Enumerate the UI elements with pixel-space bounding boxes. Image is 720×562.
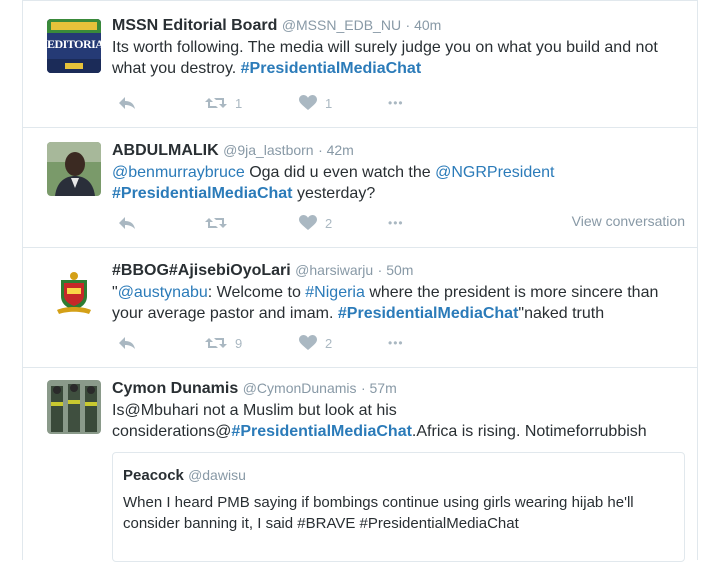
avatar-image [47, 380, 101, 434]
mention-link[interactable]: @benmurraybruce [112, 164, 245, 181]
tweet-text-body: "naked truth [518, 305, 605, 322]
reply-icon [119, 217, 135, 229]
tweet-text: @benmurraybruce Oga did u even watch the… [112, 162, 685, 204]
tweet-text-body: Oga did u even watch the [244, 164, 436, 181]
avatar[interactable] [47, 266, 101, 320]
avatar-image [47, 266, 101, 320]
mention-link[interactable]: @austynabu [118, 284, 208, 301]
tweet-timeline: EDITORIA MSSN Editorial Board @MSSN_EDB_… [22, 0, 698, 562]
author-name[interactable]: ABDULMALIK [112, 142, 219, 159]
heart-icon [299, 95, 317, 110]
author-username[interactable]: @MSSN_EDB_NU [282, 17, 401, 33]
reply-button[interactable] [118, 333, 136, 353]
tweet-text: Is@Mbuhari not a Muslim but look at his … [112, 400, 672, 442]
tweet-item[interactable]: EDITORIA MSSN Editorial Board @MSSN_EDB_… [23, 1, 697, 128]
tweet-actions: 1 1 ••• [112, 93, 685, 113]
retweet-button[interactable] [205, 213, 235, 233]
heart-icon [299, 215, 317, 230]
like-count: 1 [325, 95, 333, 111]
tweet-item[interactable]: ABDULMALIK @9ja_lastborn · 42m @benmurra… [23, 128, 697, 248]
avatar-image [47, 142, 101, 196]
more-icon: ••• [388, 216, 404, 230]
tweet-item[interactable]: Cymon Dunamis @CymonDunamis · 57m Is@Mbu… [23, 368, 697, 562]
like-button[interactable]: 2 [299, 213, 332, 233]
tweet-text-body: : Welcome to [207, 284, 306, 301]
like-count: 2 [325, 215, 333, 231]
author-name[interactable]: Cymon Dunamis [112, 380, 238, 397]
tweet-timestamp[interactable]: · 42m [318, 142, 354, 158]
tweet-item[interactable]: #BBOG#AjisebiOyoLari @harsiwarju · 50m "… [23, 248, 697, 368]
author-name[interactable]: #BBOG#AjisebiOyoLari [112, 262, 291, 279]
retweet-icon [205, 218, 227, 228]
mention-link[interactable]: @NGRPresident [435, 164, 554, 181]
avatar[interactable]: EDITORIA [47, 19, 101, 73]
author-username[interactable]: @9ja_lastborn [223, 142, 314, 158]
avatar[interactable] [47, 142, 101, 196]
quoted-author-name[interactable]: Peacock [123, 467, 184, 484]
reply-icon [119, 97, 135, 109]
author-name[interactable]: MSSN Editorial Board [112, 17, 277, 34]
tweet-actions: 9 2 ••• [112, 333, 685, 353]
hashtag-link[interactable]: #PresidentialMediaChat [241, 60, 422, 77]
reply-button[interactable] [118, 93, 136, 113]
tweet-header: MSSN Editorial Board @MSSN_EDB_NU · 40m [112, 15, 685, 36]
author-username[interactable]: @harsiwarju [295, 262, 373, 278]
more-icon: ••• [388, 96, 404, 110]
tweet-text: "@austynabu: Welcome to #Nigeria where t… [112, 282, 685, 324]
tweet-actions: 2 ••• View conversation [112, 213, 685, 233]
author-username[interactable]: @CymonDunamis [243, 380, 357, 396]
like-button[interactable]: 1 [299, 93, 332, 113]
retweet-button[interactable]: 1 [205, 93, 242, 113]
heart-icon [299, 335, 317, 350]
more-icon: ••• [388, 336, 404, 350]
hashtag-link[interactable]: #PresidentialMediaChat [338, 305, 519, 322]
tweet-header: Cymon Dunamis @CymonDunamis · 57m [112, 378, 685, 399]
tweet-text-body: yesterday? [292, 185, 376, 202]
more-options-button[interactable]: ••• [388, 333, 404, 353]
retweet-count: 1 [235, 95, 243, 111]
tweet-text-body: .Africa is rising. Notimeforrubbish [411, 423, 647, 440]
retweet-count: 9 [235, 335, 243, 351]
tweet-header: ABDULMALIK @9ja_lastborn · 42m [112, 140, 685, 161]
avatar[interactable] [47, 380, 101, 434]
hashtag-link[interactable]: #Nigeria [305, 284, 365, 301]
avatar-logo-text: EDITORIA [47, 37, 101, 51]
hashtag-link[interactable]: #PresidentialMediaChat [112, 185, 293, 202]
retweet-button[interactable]: 9 [205, 333, 242, 353]
like-button[interactable]: 2 [299, 333, 332, 353]
reply-button[interactable] [118, 213, 136, 233]
hashtag-link[interactable]: #PresidentialMediaChat [231, 423, 412, 440]
quoted-tweet-text: When I heard PMB saying if bombings cont… [123, 494, 634, 532]
retweet-icon [205, 338, 227, 348]
like-count: 2 [325, 335, 333, 351]
tweet-header: #BBOG#AjisebiOyoLari @harsiwarju · 50m [112, 260, 685, 281]
tweet-timestamp[interactable]: · 40m [406, 17, 442, 33]
quoted-author-username[interactable]: @dawisu [188, 467, 246, 483]
quoted-tweet-header: Peacock @dawisu [123, 465, 674, 486]
view-conversation-link[interactable]: View conversation [572, 213, 685, 229]
tweet-timestamp[interactable]: · 50m [378, 262, 414, 278]
more-options-button[interactable]: ••• [388, 93, 404, 113]
quoted-tweet[interactable]: Peacock @dawisu When I heard PMB saying … [112, 452, 685, 562]
retweet-icon [205, 98, 227, 108]
tweet-timestamp[interactable]: · 57m [361, 380, 397, 396]
tweet-text: Its worth following. The media will sure… [112, 37, 685, 79]
more-options-button[interactable]: ••• [388, 213, 404, 233]
reply-icon [119, 337, 135, 349]
